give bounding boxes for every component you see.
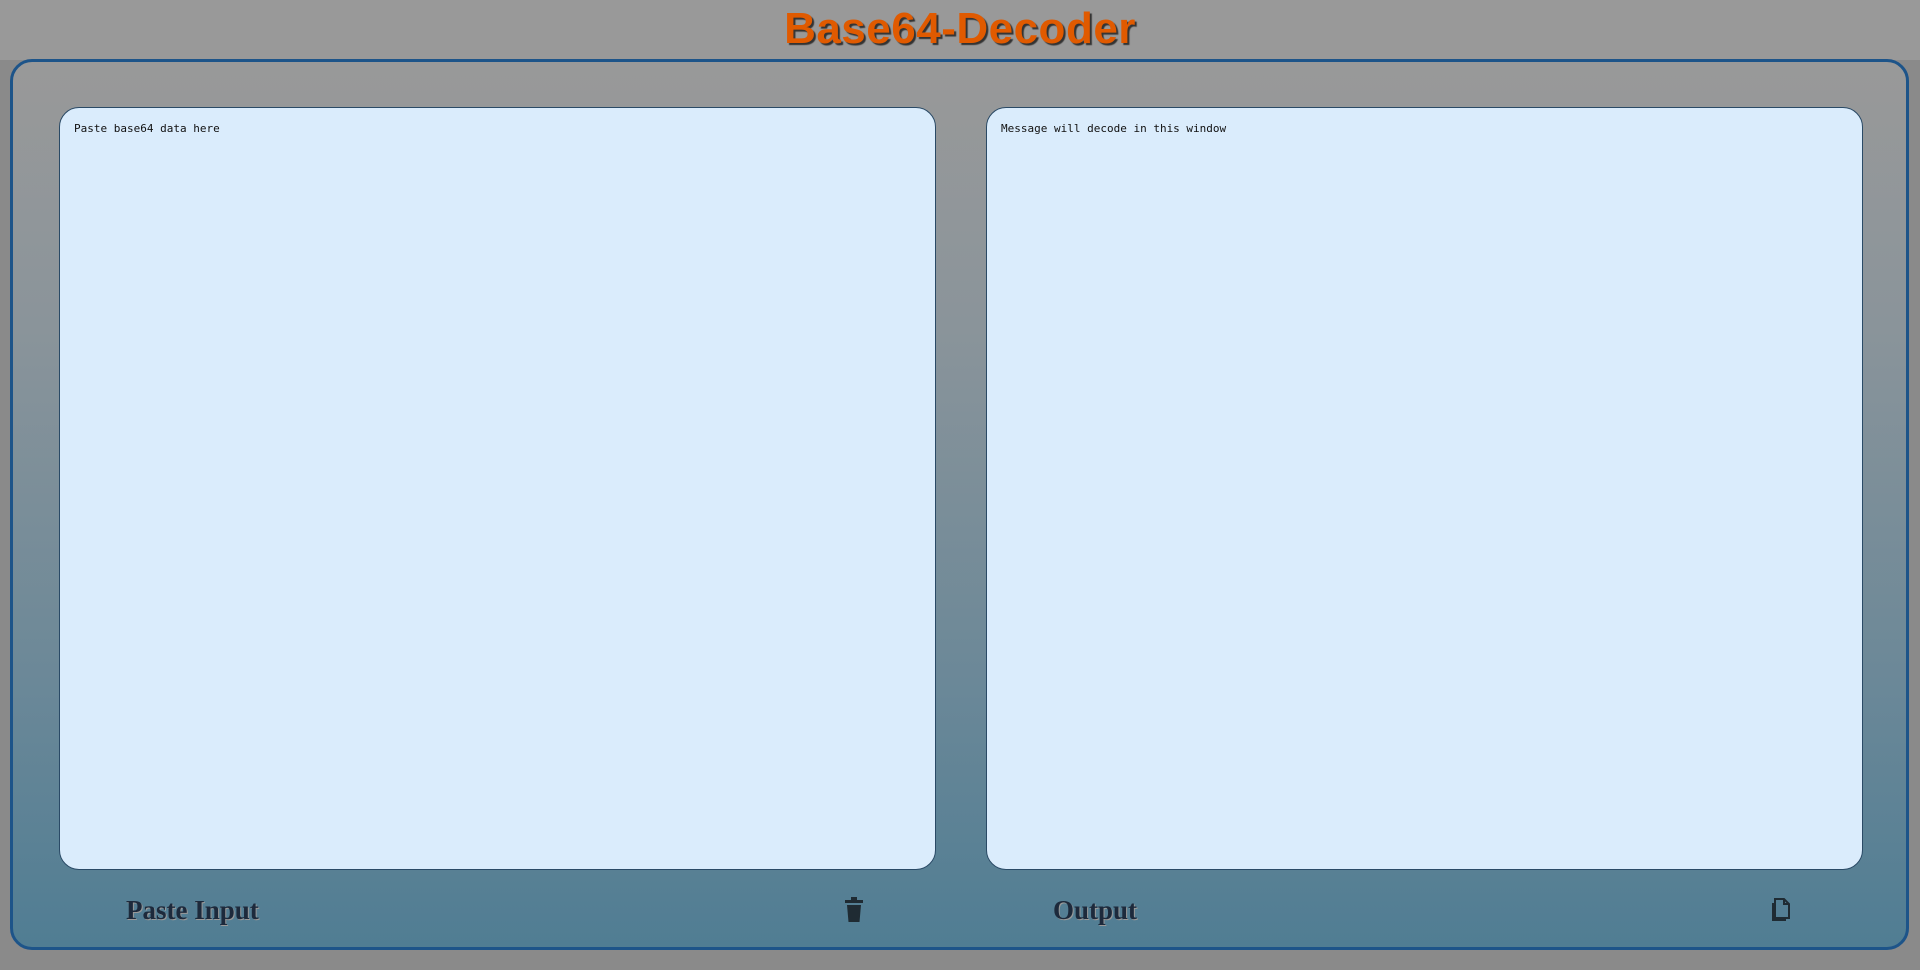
decoder-panel: Paste Input Output — [10, 59, 1909, 950]
decoded-output[interactable] — [986, 107, 1863, 870]
page-title: Base64-Decoder — [784, 4, 1136, 53]
input-label: Paste Input — [126, 895, 259, 925]
trash-icon[interactable] — [841, 896, 867, 924]
copy-icon[interactable] — [1768, 896, 1794, 924]
output-label: Output — [1053, 895, 1138, 925]
base64-input[interactable] — [59, 107, 936, 870]
